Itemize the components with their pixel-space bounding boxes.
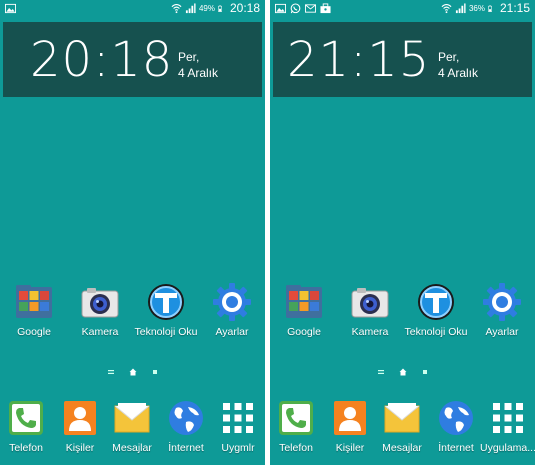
camera-icon <box>81 288 119 318</box>
clock-widget[interactable]: 20:18 Per, 4 Aralık <box>3 22 262 97</box>
whatsapp-notification-icon <box>290 3 301 14</box>
battery-icon <box>218 4 222 12</box>
status-bar: 36% 21:15 <box>270 0 535 19</box>
contacts-icon <box>334 401 366 435</box>
page-dot-icon[interactable] <box>421 368 429 376</box>
clock-day: Per, <box>438 50 460 64</box>
phone-icon <box>9 401 43 435</box>
status-time: 20:18 <box>229 1 260 15</box>
signal-icon <box>455 2 466 13</box>
clock-day: Per, <box>178 50 200 64</box>
wifi-icon <box>441 3 452 13</box>
battery-icon <box>488 4 492 12</box>
dock-uygulamalar[interactable]: Uygulama... <box>475 398 535 454</box>
teknoloji-oku-icon <box>418 284 454 320</box>
app-label: Teknoloji Oku <box>404 326 468 338</box>
phone-icon <box>279 401 313 435</box>
apps-grid-icon <box>223 403 253 433</box>
menu-lines-icon[interactable] <box>377 368 385 376</box>
dock-uygulamalar[interactable]: Uygmlr <box>205 398 265 454</box>
app-label: Google <box>17 326 51 338</box>
signal-icon <box>185 2 196 13</box>
app-label: Ayarlar <box>485 326 519 338</box>
app-ayarlar[interactable]: Ayarlar <box>469 282 535 338</box>
app-google[interactable]: Google <box>271 282 337 338</box>
menu-lines-icon[interactable] <box>107 368 115 376</box>
page-indicator <box>270 365 535 379</box>
app-row: Google Kamera Teknoloji Oku Ayarlar <box>0 282 265 342</box>
clock-date: 4 Aralık <box>438 66 479 80</box>
camera-icon <box>351 288 389 318</box>
app-ayarlar[interactable]: Ayarlar <box>199 282 265 338</box>
app-teknoloji-oku[interactable]: Teknoloji Oku <box>403 282 469 338</box>
internet-globe-icon <box>439 401 473 435</box>
app-label: Google <box>287 326 321 338</box>
home-icon[interactable] <box>399 368 407 376</box>
app-kamera[interactable]: Kamera <box>337 282 403 338</box>
home-icon[interactable] <box>129 368 137 376</box>
messages-icon <box>384 403 420 433</box>
image-notification-icon <box>5 3 16 14</box>
clock-time: 21:15 <box>287 32 431 88</box>
app-label: Kamera <box>351 326 389 338</box>
contacts-icon <box>64 401 96 435</box>
home-screen-2: 36% 21:15 21:15 Per, 4 Aralık Google Kam… <box>270 0 535 465</box>
briefcase-notification-icon <box>320 3 331 14</box>
google-folder-icon <box>16 285 52 318</box>
image-notification-icon <box>275 3 286 14</box>
page-dot-icon[interactable] <box>151 368 159 376</box>
home-screen-1: 49% 20:18 20:18 Per, 4 Aralık Google Kam… <box>0 0 265 465</box>
mail-notification-icon <box>305 4 316 13</box>
google-folder-icon <box>286 285 322 318</box>
app-google[interactable]: Google <box>1 282 67 338</box>
app-label: Uygmlr <box>221 442 255 454</box>
app-teknoloji-oku[interactable]: Teknoloji Oku <box>133 282 199 338</box>
app-label: Teknoloji Oku <box>134 326 198 338</box>
dock: Telefon Kişiler Mesajlar İnternet Uygula… <box>270 398 535 460</box>
app-label: Ayarlar <box>215 326 249 338</box>
teknoloji-oku-icon <box>148 284 184 320</box>
app-label: Kamera <box>81 326 119 338</box>
apps-grid-icon <box>493 403 523 433</box>
page-indicator <box>0 365 265 379</box>
status-time: 21:15 <box>499 1 530 15</box>
settings-gear-icon <box>483 283 521 321</box>
battery-percent: 49% <box>198 3 215 13</box>
messages-icon <box>114 403 150 433</box>
settings-gear-icon <box>213 283 251 321</box>
app-label: Uygulama... <box>479 442 535 454</box>
dock: Telefon Kişiler Mesajlar İnternet Uygmlr <box>0 398 265 460</box>
battery-percent: 36% <box>468 3 485 13</box>
clock-time: 20:18 <box>30 32 174 88</box>
clock-date: 4 Aralık <box>178 66 219 80</box>
internet-globe-icon <box>169 401 203 435</box>
app-kamera[interactable]: Kamera <box>67 282 133 338</box>
status-bar: 49% 20:18 <box>0 0 265 19</box>
clock-widget[interactable]: 21:15 Per, 4 Aralık <box>273 22 532 97</box>
app-row: Google Kamera Teknoloji Oku Ayarlar <box>270 282 535 342</box>
wifi-icon <box>171 3 182 13</box>
